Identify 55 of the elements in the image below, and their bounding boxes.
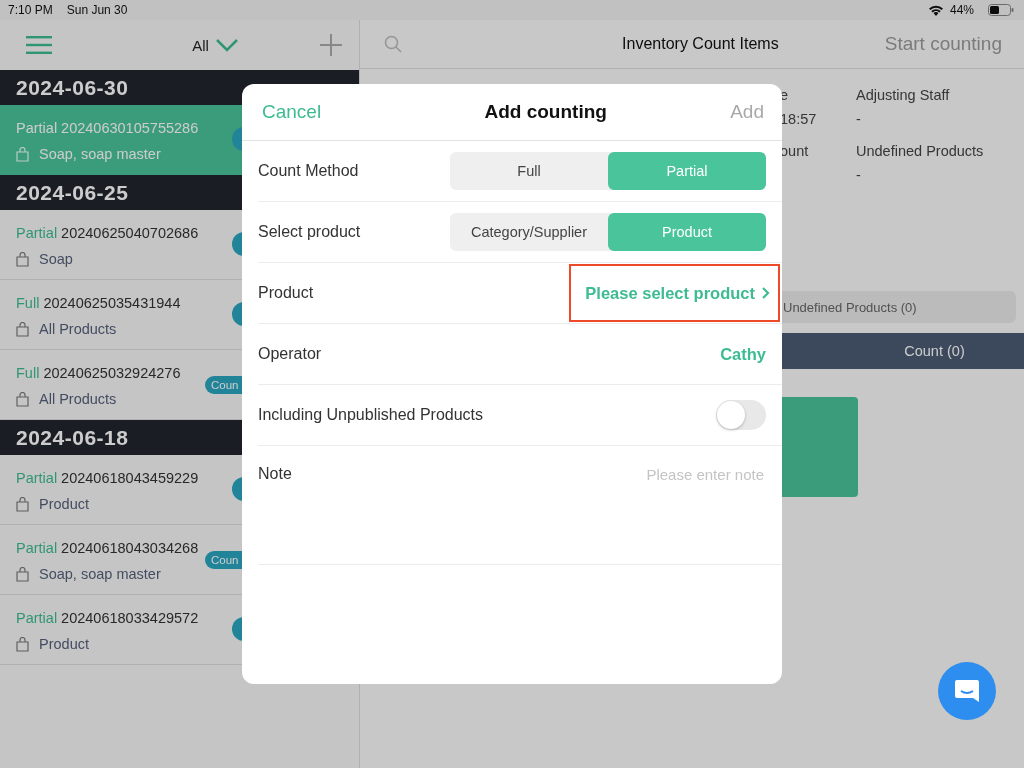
- status-time: 7:10 PM: [8, 3, 53, 17]
- count-products: Soap, soap master: [39, 566, 161, 582]
- bag-icon: [16, 321, 29, 337]
- field-label: Undefined Products: [856, 143, 985, 159]
- chat-icon: [953, 678, 981, 704]
- add-icon[interactable]: [319, 33, 343, 57]
- count-number: 20240625032924276: [43, 365, 181, 381]
- count-method: Partial: [16, 470, 58, 486]
- count-number: 20240630105755286: [61, 120, 199, 136]
- count-products: Soap, soap master: [39, 146, 161, 162]
- field-value: 18:57: [780, 111, 818, 127]
- count-method: Partial: [16, 120, 58, 136]
- count-products: Soap: [39, 251, 73, 267]
- bag-icon: [16, 636, 29, 652]
- count-method: Partial: [16, 225, 58, 241]
- field-value: -: [856, 111, 862, 127]
- menu-icon[interactable]: [26, 36, 52, 54]
- bag-icon: [16, 496, 29, 512]
- row-label: Select product: [258, 223, 361, 241]
- count-number: 20240618043034268: [61, 540, 199, 556]
- bag-icon: [16, 146, 29, 162]
- filter-dropdown[interactable]: All: [186, 35, 245, 55]
- count-number: 20240625035431944: [43, 295, 181, 311]
- count-method: Partial: [16, 540, 58, 556]
- count-products: Product: [39, 636, 89, 652]
- bag-icon: [16, 391, 29, 407]
- row-label: Note: [258, 465, 292, 483]
- segment-option[interactable]: Full: [450, 152, 608, 190]
- segment-option[interactable]: Category/Supplier: [450, 213, 608, 251]
- count-products: All Products: [39, 391, 117, 407]
- battery-percent: 44%: [949, 3, 974, 17]
- chevron-down-icon: [214, 38, 239, 52]
- bag-icon: [16, 251, 29, 267]
- battery-icon: [988, 4, 1014, 16]
- toggle-switch[interactable]: [716, 400, 766, 430]
- count-products: Product: [39, 496, 89, 512]
- status-date: Sun Jun 30: [66, 3, 128, 17]
- count-number: 20240618033429572: [61, 610, 199, 626]
- count-number: 20240618043459229: [61, 470, 199, 486]
- count-method: Full: [16, 365, 40, 381]
- search-icon[interactable]: [384, 35, 402, 53]
- page-title: Inventory Count Items: [622, 35, 779, 53]
- count-products: All Products: [39, 321, 117, 337]
- field-value: -: [856, 167, 862, 183]
- count-method: Partial: [16, 610, 58, 626]
- wifi-icon: [927, 4, 944, 16]
- chevron-right-icon: [761, 286, 770, 300]
- operator-value: Cathy: [720, 344, 766, 364]
- row-label: Product: [258, 284, 314, 302]
- note-field[interactable]: Please enter note: [522, 465, 766, 484]
- field-label: Adjusting Staff: [856, 87, 951, 103]
- count-method: Full: [16, 295, 40, 311]
- count-number: 20240625040702686: [61, 225, 199, 241]
- dialog-title: Add counting: [484, 101, 607, 123]
- bag-icon: [16, 566, 29, 582]
